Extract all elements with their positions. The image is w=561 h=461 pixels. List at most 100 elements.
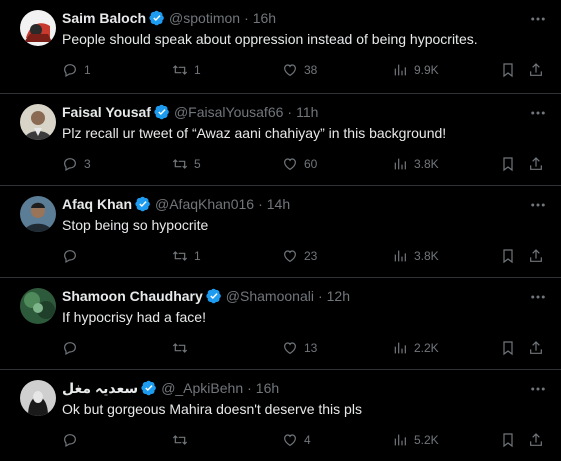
bookmark-button[interactable] — [500, 246, 516, 266]
tweet-actions: 4 5.2K — [62, 430, 561, 450]
retweet-icon — [172, 159, 188, 169]
reply-count: 1 — [84, 63, 91, 77]
retweet-button[interactable]: 1 — [172, 246, 201, 266]
retweet-icon — [172, 65, 188, 75]
heart-icon — [284, 250, 296, 263]
display-name[interactable]: Shamoon Chaudhary — [62, 288, 203, 304]
avatar[interactable] — [20, 380, 56, 416]
timestamp[interactable]: 16h — [253, 10, 276, 26]
views-button[interactable]: 3.8K — [392, 154, 439, 174]
views-icon — [394, 434, 406, 446]
timestamp[interactable]: 11h — [296, 104, 318, 120]
avatar[interactable] — [20, 104, 56, 140]
reply-button[interactable] — [62, 338, 84, 358]
timestamp[interactable]: 12h — [327, 288, 350, 304]
separator-dot: · — [317, 288, 323, 304]
retweet-count: 5 — [194, 157, 201, 171]
retweet-button[interactable] — [172, 430, 194, 450]
display-name[interactable]: Saim Baloch — [62, 10, 146, 26]
tweet-text: Stop being so hypocrite — [62, 217, 209, 233]
heart-icon — [284, 64, 296, 77]
share-button[interactable] — [528, 60, 544, 80]
handle[interactable]: @_ApkiBehn — [161, 380, 243, 396]
like-count: 38 — [304, 63, 318, 77]
verified-badge-icon — [154, 104, 169, 120]
tweet[interactable]: سعدیہ مغل @_ApkiBehn · 16h Ok but gorgeo… — [0, 370, 561, 461]
like-button[interactable]: 60 — [282, 154, 317, 174]
heart-icon — [284, 158, 296, 171]
tweet[interactable]: Afaq Khan @AfaqKhan016 · 14h Stop being … — [0, 186, 561, 278]
separator-dot: · — [258, 196, 263, 212]
retweet-button[interactable]: 5 — [172, 154, 201, 174]
like-button[interactable]: 23 — [282, 246, 317, 266]
reply-icon — [64, 342, 76, 356]
share-button[interactable] — [528, 154, 544, 174]
display-name[interactable]: Faisal Yousaf — [62, 104, 151, 120]
share-button[interactable] — [528, 430, 544, 450]
views-icon — [394, 64, 406, 76]
like-button[interactable]: 4 — [282, 430, 311, 450]
handle[interactable]: @Shamoonali — [226, 288, 314, 304]
retweet-icon — [172, 251, 188, 261]
views-button[interactable]: 5.2K — [392, 430, 439, 450]
reply-button[interactable]: 1 — [62, 60, 91, 80]
like-button[interactable]: 13 — [282, 338, 317, 358]
reply-button[interactable]: 3 — [62, 154, 91, 174]
bookmark-icon — [503, 249, 513, 264]
display-name[interactable]: Afaq Khan — [62, 196, 132, 212]
views-button[interactable]: 2.2K — [392, 338, 439, 358]
like-count: 60 — [304, 157, 318, 171]
share-button[interactable] — [528, 246, 544, 266]
bookmark-button[interactable] — [500, 154, 516, 174]
bookmark-button[interactable] — [500, 430, 516, 450]
bookmark-icon — [503, 63, 513, 78]
bookmark-button[interactable] — [500, 60, 516, 80]
avatar[interactable] — [20, 288, 56, 324]
reply-icon — [64, 64, 76, 78]
tweet-text: If hypocrisy had a face! — [62, 309, 206, 325]
more-dots-icon[interactable] — [529, 288, 547, 306]
views-button[interactable]: 9.9K — [392, 60, 439, 80]
handle[interactable]: @FaisalYousaf66 — [174, 104, 283, 120]
reply-button[interactable] — [62, 430, 84, 450]
bookmark-button[interactable] — [500, 338, 516, 358]
view-count: 9.9K — [414, 63, 439, 77]
more-dots-icon[interactable] — [529, 196, 547, 214]
more-dots-icon[interactable] — [529, 380, 547, 398]
share-icon — [530, 249, 542, 262]
more-dots-icon[interactable] — [529, 104, 547, 122]
share-button[interactable] — [528, 338, 544, 358]
share-icon — [530, 63, 542, 76]
avatar[interactable] — [20, 196, 56, 232]
tweet[interactable]: Faisal Yousaf @FaisalYousaf66 · 11h Plz … — [0, 94, 561, 186]
tweet[interactable]: Shamoon Chaudhary @Shamoonali · 12h If h… — [0, 278, 561, 370]
reply-button[interactable] — [62, 246, 84, 266]
handle[interactable]: @spotimon — [169, 10, 240, 26]
bookmark-icon — [503, 433, 513, 448]
tweet-text: Plz recall ur tweet of “Awaz aani chahiy… — [62, 125, 447, 141]
share-icon — [530, 433, 542, 446]
heart-icon — [284, 342, 296, 355]
reply-icon — [64, 250, 76, 264]
retweet-count: 1 — [194, 249, 201, 263]
tweet-actions: 1 23 3.8K — [62, 246, 561, 266]
retweet-button[interactable] — [172, 338, 194, 358]
retweet-button[interactable]: 1 — [172, 60, 201, 80]
tweet-header: Shamoon Chaudhary @Shamoonali · 12h — [62, 286, 350, 306]
views-button[interactable]: 3.8K — [392, 246, 439, 266]
bookmark-icon — [503, 341, 513, 356]
like-count: 23 — [304, 249, 318, 263]
reply-count: 3 — [84, 157, 91, 171]
separator-dot: · — [244, 10, 249, 26]
more-dots-icon[interactable] — [529, 10, 547, 28]
avatar[interactable] — [20, 10, 56, 46]
like-button[interactable]: 38 — [282, 60, 317, 80]
display-name[interactable]: سعدیہ مغل — [62, 380, 138, 397]
tweet[interactable]: Saim Baloch @spotimon · 16h People shoul… — [0, 0, 561, 94]
tweet-text: Ok but gorgeous Mahira doesn't deserve t… — [62, 401, 362, 417]
timestamp[interactable]: 16h — [256, 380, 279, 396]
reply-icon — [64, 158, 76, 172]
tweet-actions: 3 5 60 3.8K — [62, 154, 561, 174]
handle[interactable]: @AfaqKhan016 — [155, 196, 254, 212]
timestamp[interactable]: 14h — [267, 196, 290, 212]
